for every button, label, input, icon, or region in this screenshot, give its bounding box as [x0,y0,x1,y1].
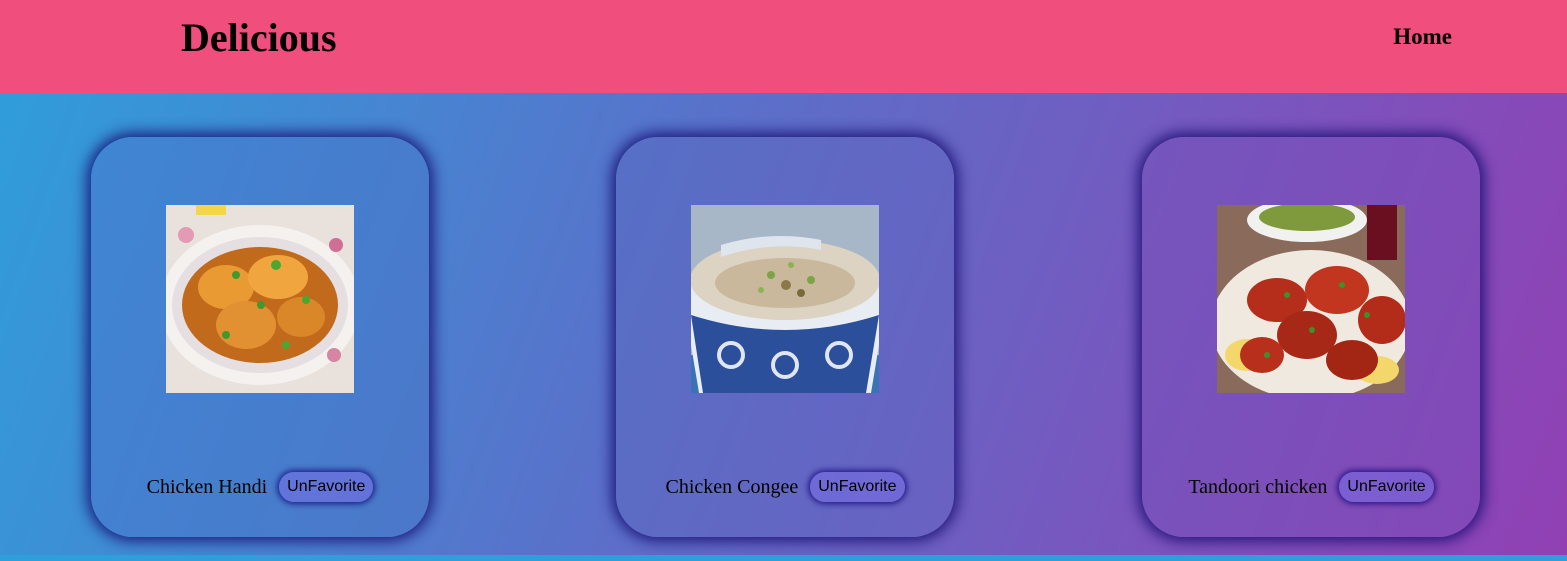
unfavorite-button[interactable]: UnFavorite [810,472,905,502]
bottom-strip [0,555,1567,561]
recipe-card: Chicken Congee UnFavorite [616,137,954,537]
top-navbar: Delicious Home [0,0,1567,93]
dish-name: Tandoori chicken [1188,475,1328,498]
card-footer: Chicken Handi UnFavorite [91,467,429,507]
dish-name: Chicken Congee [665,475,799,498]
dish-name: Chicken Handi [146,475,268,498]
chicken-handi-image [166,205,354,393]
unfavorite-button[interactable]: UnFavorite [279,472,374,502]
unfavorite-button[interactable]: UnFavorite [1339,472,1434,502]
tandoori-chicken-image [1217,205,1405,393]
chicken-congee-image [691,205,879,393]
nav-link-home[interactable]: Home [1393,24,1452,50]
recipe-card: Tandoori chicken UnFavorite [1142,137,1480,537]
card-footer: Tandoori chicken UnFavorite [1142,467,1480,507]
brand-logo[interactable]: Delicious [181,14,337,61]
card-footer: Chicken Congee UnFavorite [616,467,954,507]
recipe-card: Chicken Handi UnFavorite [91,137,429,537]
